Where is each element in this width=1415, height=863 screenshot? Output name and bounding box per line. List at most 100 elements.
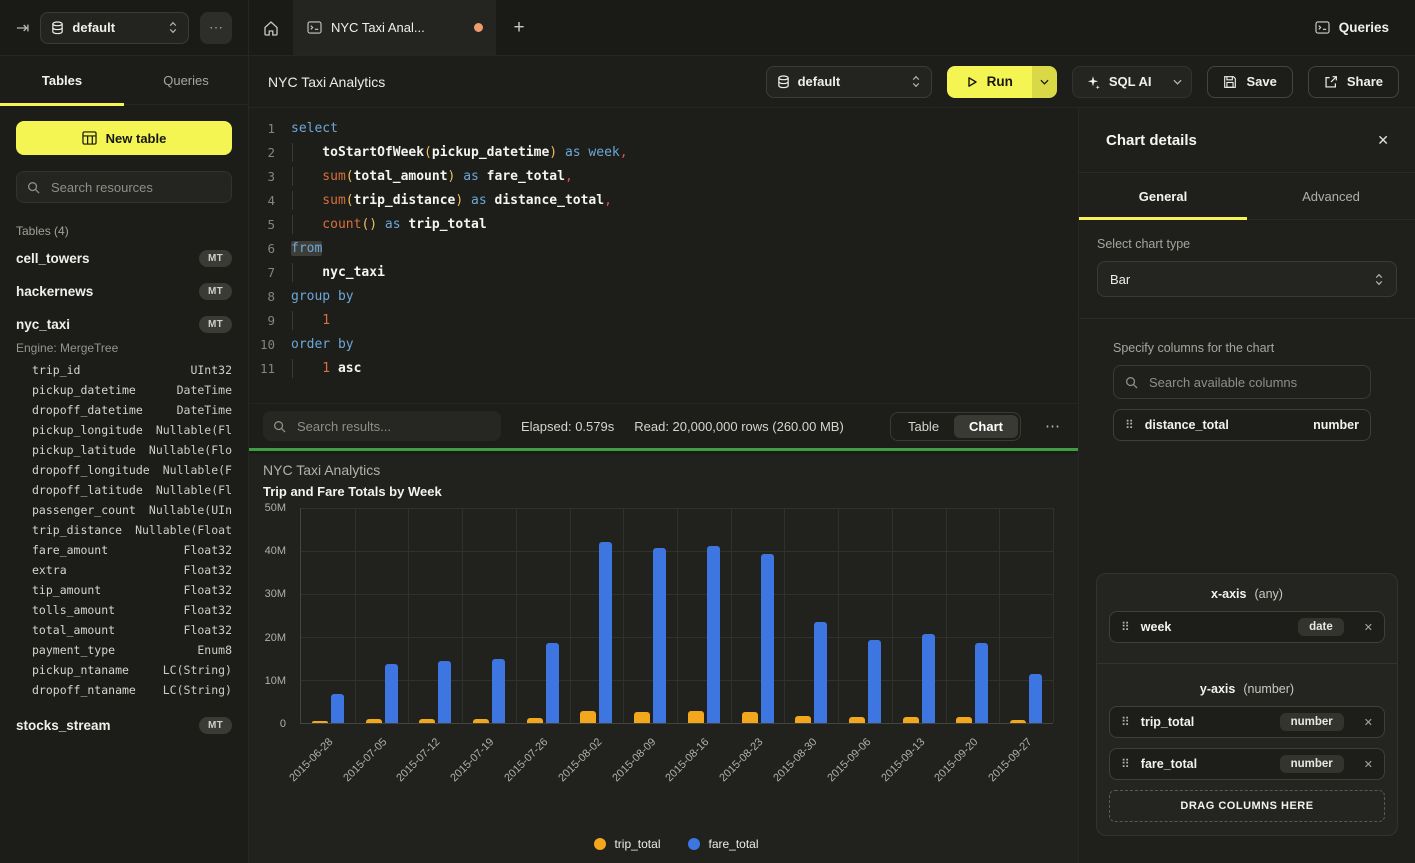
table-name: nyc_taxi — [16, 317, 70, 332]
columns-search[interactable] — [1113, 365, 1371, 399]
chart-type-select[interactable]: Bar — [1097, 261, 1397, 297]
drag-handle-icon[interactable]: ⠿ — [1121, 620, 1130, 634]
bar-fare_total — [707, 546, 720, 723]
save-button[interactable]: Save — [1207, 66, 1292, 98]
sidebar-search[interactable] — [16, 171, 232, 203]
chart-panel: NYC Taxi Analytics Trip and Fare Totals … — [249, 454, 1078, 863]
table-columns: trip_idUInt32pickup_datetimeDateTimedrop… — [32, 360, 232, 700]
run-button[interactable]: Run — [947, 66, 1032, 98]
sidebar-tab-queries[interactable]: Queries — [124, 56, 248, 104]
search-columns-input[interactable] — [1147, 374, 1359, 391]
bar-trip_total — [795, 716, 811, 723]
close-icon[interactable]: ✕ — [1377, 132, 1389, 149]
y-axis-items: ⠿trip_totalnumber✕ ⠿fare_totalnumber✕ — [1109, 706, 1385, 780]
bar-trip_total — [688, 711, 704, 723]
bar-trip_total — [419, 719, 435, 723]
line-number: 5 — [249, 217, 275, 232]
database-selector[interactable]: default — [40, 12, 189, 44]
axis-config-card: x-axis (any) ⠿weekdate✕ y-axis (number) … — [1096, 573, 1398, 836]
table-name: hackernews — [16, 284, 93, 299]
table-row[interactable]: hackernewsMT — [16, 275, 232, 308]
results-search[interactable] — [263, 411, 501, 441]
column-row: dropoff_ntanameLC(String) — [32, 680, 232, 700]
bar-fare_total — [922, 634, 935, 723]
bar-trip_total — [580, 711, 596, 723]
x-axis-labels: 2015-06-282015-07-052015-07-122015-07-19… — [300, 728, 1053, 804]
drag-handle-icon[interactable]: ⠿ — [1121, 757, 1130, 771]
search-results-input[interactable] — [295, 418, 491, 435]
search-resources-input[interactable] — [49, 179, 221, 196]
new-table-button[interactable]: New table — [16, 121, 232, 155]
results-more-icon[interactable]: ⋯ — [1041, 417, 1064, 435]
sql-editor[interactable]: 1select2toStartOfWeek(pickup_datetime) a… — [249, 108, 1078, 403]
code-text: 1 — [291, 313, 330, 328]
y-tick-label: 40M — [265, 545, 286, 557]
drag-handle-icon[interactable]: ⠿ — [1121, 715, 1130, 729]
editor-line: 1select — [249, 116, 1078, 140]
column-chip[interactable]: ⠿trip_totalnumber✕ — [1109, 706, 1385, 738]
app-window: ⇥ default ⋯ NYC Taxi Anal... + Queries — [0, 0, 1415, 863]
tab-nyc-taxi-analytics[interactable]: NYC Taxi Anal... — [294, 0, 496, 55]
more-options-button[interactable]: ⋯ — [200, 12, 232, 44]
sidebar-tab-tables[interactable]: Tables — [0, 56, 124, 104]
drag-columns-dropzone[interactable]: DRAG COLUMNS HERE — [1109, 790, 1385, 822]
bar-fare_total — [653, 548, 666, 723]
database-selector[interactable]: default — [766, 66, 932, 98]
column-chip[interactable]: ⠿fare_totalnumber✕ — [1109, 748, 1385, 780]
sql-ai-options-button[interactable] — [1164, 67, 1191, 97]
column-name: trip_distance — [32, 523, 122, 537]
view-toggle-chart[interactable]: Chart — [954, 415, 1018, 438]
chart-details-header: Chart details ✕ — [1079, 108, 1415, 173]
drag-handle-icon[interactable]: ⠿ — [1125, 418, 1134, 432]
view-toggle-table[interactable]: Table — [893, 415, 954, 438]
engine-badge: MT — [199, 250, 232, 267]
home-tab[interactable] — [249, 0, 294, 55]
run-button-group: Run — [947, 66, 1057, 98]
database-icon — [777, 75, 790, 89]
database-selector-value: default — [798, 74, 841, 89]
legend-item[interactable]: fare_total — [688, 837, 758, 851]
table-row[interactable]: cell_towersMT — [16, 242, 232, 275]
column-row: trip_id UInt32 — [32, 360, 232, 380]
column-row: dropoff_latitudeNullable(Fl — [32, 480, 232, 500]
queries-button[interactable]: Queries — [1315, 20, 1389, 35]
column-type: Nullable(Float — [135, 523, 232, 537]
search-icon — [27, 181, 40, 194]
columns-section: Specify columns for the chart ⠿distance_… — [1079, 319, 1415, 441]
remove-icon[interactable]: ✕ — [1364, 716, 1373, 729]
run-options-button[interactable] — [1032, 66, 1057, 98]
bar-group — [408, 508, 462, 723]
collapse-sidebar-icon[interactable]: ⇥ — [16, 18, 29, 38]
column-chip[interactable]: ⠿distance_totalnumber — [1113, 409, 1371, 441]
bar-trip_total — [1010, 720, 1026, 723]
column-chip[interactable]: ⠿weekdate✕ — [1109, 611, 1385, 643]
x-axis-section: x-axis (any) ⠿weekdate✕ — [1097, 574, 1397, 663]
search-icon — [1125, 376, 1138, 389]
remove-icon[interactable]: ✕ — [1364, 621, 1373, 634]
new-tab-button[interactable]: + — [496, 0, 542, 55]
tab-general[interactable]: General — [1079, 173, 1247, 219]
column-chip-name: distance_total — [1145, 418, 1229, 432]
column-type: UInt32 — [190, 363, 232, 377]
line-number: 8 — [249, 289, 275, 304]
line-number: 6 — [249, 241, 275, 256]
column-type: Nullable(Flo — [149, 443, 232, 457]
chart-type-section: Select chart type Bar — [1079, 220, 1415, 319]
column-type: Float32 — [184, 543, 232, 557]
legend-label: fare_total — [708, 837, 758, 851]
run-label: Run — [987, 74, 1013, 89]
legend-item[interactable]: trip_total — [594, 837, 660, 851]
y-axis-section: y-axis (number) ⠿trip_totalnumber✕⠿fare_… — [1097, 663, 1397, 835]
table-row[interactable]: stocks_streamMT — [16, 709, 232, 742]
chevron-updown-icon — [1374, 273, 1384, 286]
share-button[interactable]: Share — [1308, 66, 1399, 98]
column-name: extra — [32, 563, 67, 577]
sql-ai-button[interactable]: SQL AI — [1073, 67, 1165, 97]
bar-fare_total — [1029, 674, 1042, 723]
tab-advanced[interactable]: Advanced — [1247, 173, 1415, 219]
column-name: trip_id — [32, 363, 80, 377]
table-row[interactable]: nyc_taxiMT — [16, 308, 232, 341]
unsaved-dot — [474, 23, 483, 32]
remove-icon[interactable]: ✕ — [1364, 758, 1373, 771]
chart-details-title: Chart details — [1106, 132, 1197, 149]
